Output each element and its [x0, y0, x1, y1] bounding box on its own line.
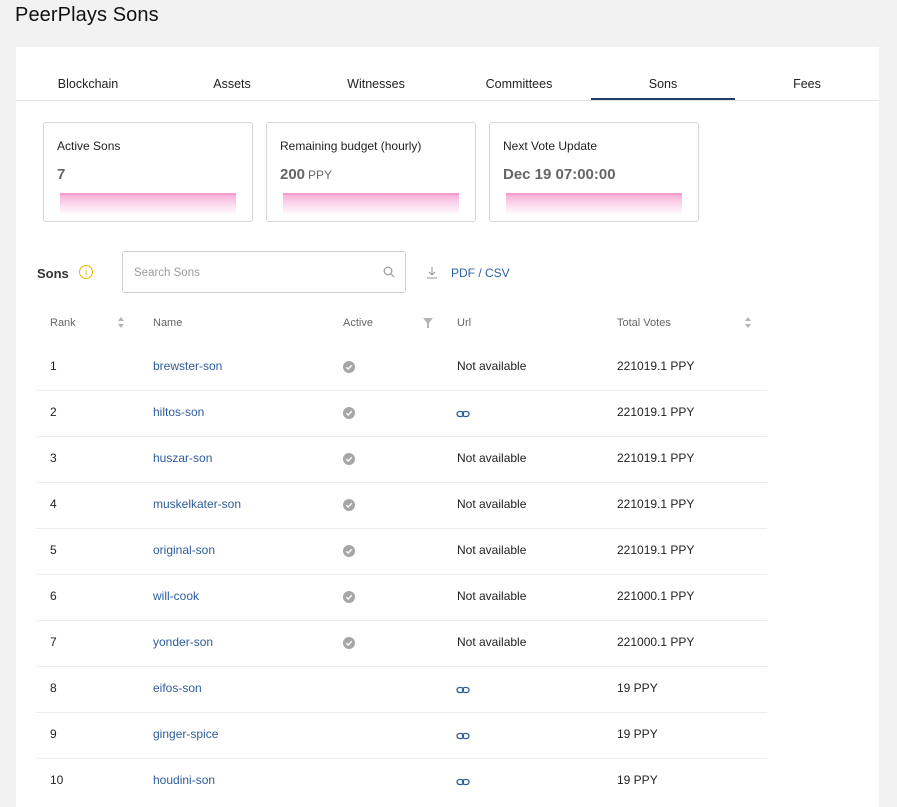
son-name-link[interactable]: will-cook [153, 589, 199, 603]
total-votes-cell: 221019.1 PPY [617, 451, 695, 465]
url-cell: Not available [457, 451, 527, 465]
table-row: 3 huszar-son Not available 221019.1 PPY [36, 436, 767, 483]
rank-cell: 8 [50, 681, 57, 695]
total-votes-cell: 19 PPY [617, 773, 658, 787]
table-row: 1 brewster-son Not available 221019.1 PPY [36, 345, 767, 391]
url-cell: Not available [457, 635, 527, 649]
header-url: Url [457, 317, 472, 329]
sparkline-graph [283, 193, 459, 215]
table-row: 5 original-son Not available 221019.1 PPY [36, 528, 767, 575]
son-name-link[interactable]: yonder-son [153, 635, 213, 649]
download-icon[interactable] [426, 266, 438, 279]
url-cell: Not available [457, 589, 527, 603]
rank-cell: 6 [50, 589, 57, 603]
rank-cell: 5 [50, 543, 57, 557]
rank-cell: 1 [50, 359, 57, 373]
son-name-link[interactable]: muskelkater-son [153, 497, 241, 511]
page-title: PeerPlays Sons [15, 4, 159, 26]
son-name-link[interactable]: original-son [153, 543, 215, 557]
search-box [122, 251, 406, 294]
son-name-link[interactable]: houdini-son [153, 773, 215, 787]
rank-cell: 10 [50, 773, 64, 787]
active-check-icon [343, 499, 355, 511]
son-name-link[interactable]: brewster-son [153, 359, 222, 373]
total-votes-cell: 19 PPY [617, 727, 658, 741]
url-cell: Not available [457, 543, 527, 557]
stat-label: Remaining budget (hourly) [280, 139, 422, 153]
active-check-icon [343, 407, 355, 419]
tab-fees[interactable]: Fees [735, 77, 879, 91]
table-row: 4 muskelkater-son Not available 221019.1 PP… [36, 482, 767, 529]
stat-card-active-sons: Active Sons 7 [43, 122, 253, 222]
search-icon[interactable] [383, 266, 395, 278]
url-cell: Not available [457, 359, 527, 373]
son-name-link[interactable]: ginger-spice [153, 727, 218, 741]
tab-sons[interactable]: Sons [591, 77, 735, 91]
total-votes-cell: 221019.1 PPY [617, 543, 695, 557]
tab-committees[interactable]: Committees [447, 77, 591, 91]
stat-value: Dec 19 07:00:00 [503, 166, 616, 183]
active-check-icon [343, 637, 355, 649]
stat-unit: PPY [308, 168, 333, 182]
sparkline-graph [60, 193, 236, 215]
table-row: 2 hiltos-son 221019.1 PPY [36, 390, 767, 437]
total-votes-cell: 221000.1 PPY [617, 635, 695, 649]
table-row: 10 houdini-son 19 PPY [36, 758, 767, 805]
header-active: Active [343, 317, 373, 329]
rank-cell: 3 [50, 451, 57, 465]
header-rank[interactable]: Rank [50, 317, 76, 329]
url-cell: Not available [457, 497, 527, 511]
header-total-votes[interactable]: Total Votes [617, 317, 671, 329]
rank-cell: 7 [50, 635, 57, 649]
total-votes-cell: 221000.1 PPY [617, 589, 695, 603]
tab-assets[interactable]: Assets [160, 77, 304, 91]
total-votes-cell: 19 PPY [617, 681, 658, 695]
export-pdf-csv-link[interactable]: PDF / CSV [451, 266, 510, 280]
link-icon[interactable] [456, 683, 470, 697]
total-votes-cell: 221019.1 PPY [617, 359, 695, 373]
table-row: 6 will-cook Not available 221000.1 PPY [36, 574, 767, 621]
table-row: 7 yonder-son Not available 221000.1 PPY [36, 620, 767, 667]
active-tab-underline [591, 98, 735, 100]
search-input[interactable] [132, 252, 376, 294]
link-icon[interactable] [456, 407, 470, 421]
stat-card-next-vote: Next Vote Update Dec 19 07:00:00 [489, 122, 699, 222]
active-check-icon [343, 453, 355, 465]
section-title: Sons [37, 266, 69, 281]
active-check-icon [343, 545, 355, 557]
rank-cell: 2 [50, 405, 57, 419]
active-check-icon [343, 591, 355, 603]
rank-cell: 4 [50, 497, 57, 511]
stat-label: Active Sons [57, 139, 121, 153]
main-panel: Blockchain Assets Witnesses Committees S… [16, 47, 879, 807]
sort-icon[interactable] [117, 316, 125, 329]
info-icon[interactable]: i [79, 265, 93, 279]
stat-value: 7 [57, 166, 66, 183]
tab-blockchain[interactable]: Blockchain [16, 77, 160, 91]
son-name-link[interactable]: huszar-son [153, 451, 212, 465]
table-row: 8 eifos-son 19 PPY [36, 666, 767, 713]
stat-card-remaining-budget: Remaining budget (hourly) 200 PPY [266, 122, 476, 222]
table-row: 9 ginger-spice 19 PPY [36, 712, 767, 759]
sort-icon[interactable] [744, 316, 752, 329]
total-votes-cell: 221019.1 PPY [617, 405, 695, 419]
stat-value: 200 PPY [280, 166, 333, 183]
link-icon[interactable] [456, 775, 470, 789]
son-name-link[interactable]: eifos-son [153, 681, 202, 695]
stat-label: Next Vote Update [503, 139, 598, 153]
total-votes-cell: 221019.1 PPY [617, 497, 695, 511]
header-name: Name [153, 317, 183, 329]
son-name-link[interactable]: hiltos-son [153, 405, 204, 419]
rank-cell: 9 [50, 727, 57, 741]
active-check-icon [343, 361, 355, 373]
tab-bar: Blockchain Assets Witnesses Committees S… [16, 47, 879, 101]
filter-icon[interactable] [423, 318, 433, 328]
tab-witnesses[interactable]: Witnesses [304, 77, 448, 91]
link-icon[interactable] [456, 729, 470, 743]
sparkline-graph [506, 193, 682, 215]
